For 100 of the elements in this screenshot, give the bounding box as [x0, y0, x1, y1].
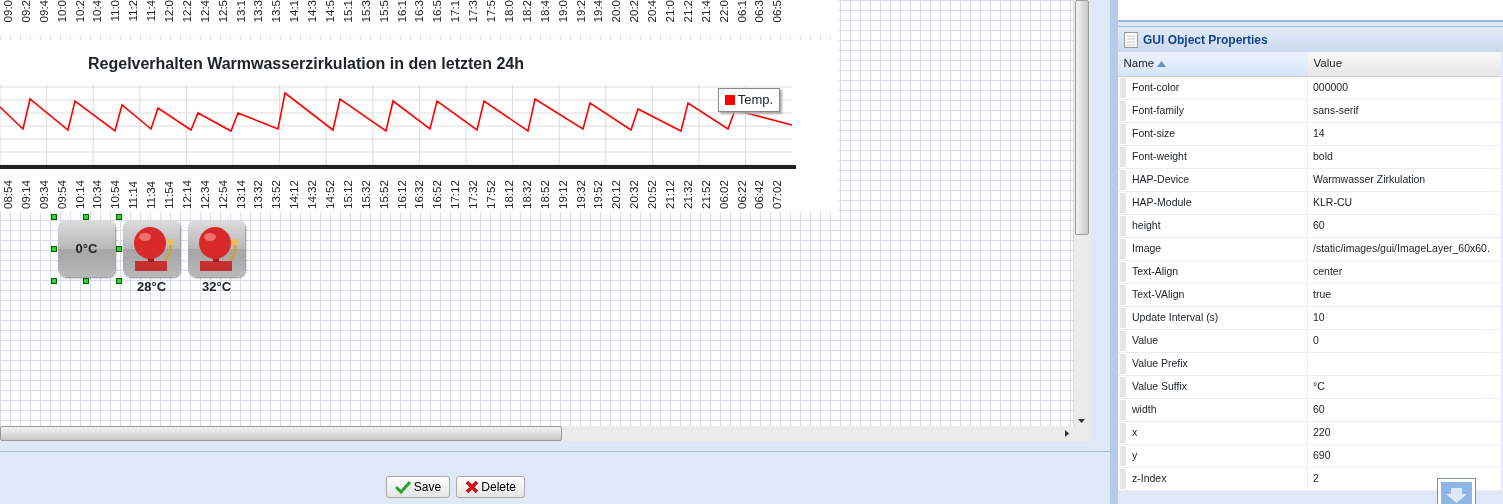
delete-button[interactable]: Delete	[455, 476, 526, 498]
horizontal-scrollbar[interactable]	[0, 426, 1090, 441]
property-value[interactable]: 60	[1313, 218, 1325, 234]
row-handle[interactable]	[1120, 170, 1126, 190]
property-name: Update Interval (s)	[1132, 310, 1219, 326]
selection-handle[interactable]	[83, 214, 89, 220]
axis-label: 18:0	[501, 0, 516, 23]
property-value[interactable]: 10	[1313, 310, 1325, 326]
property-name: Value Suffix	[1132, 379, 1188, 395]
row-handle[interactable]	[1120, 377, 1126, 397]
value-display-tile[interactable]: 0°C	[58, 220, 115, 277]
selection-handle[interactable]	[116, 214, 122, 220]
axis-label: 15:32	[358, 179, 373, 209]
axis-label: 20:52	[645, 179, 660, 209]
axis-label: 16:52	[430, 179, 445, 209]
panel-title: GUI Object Properties	[1143, 31, 1268, 49]
row-handle[interactable]	[1120, 239, 1126, 259]
selection-handle[interactable]	[51, 214, 57, 220]
axis-label: 06:5	[770, 0, 785, 23]
property-value[interactable]: sans-serif	[1313, 103, 1359, 119]
property-value[interactable]: °C	[1313, 379, 1325, 395]
axis-label: 20:12	[609, 179, 624, 209]
row-handle[interactable]	[1120, 400, 1126, 420]
scrollbar-thumb[interactable]	[1075, 0, 1089, 235]
alarm-bell-tile[interactable]	[123, 220, 180, 277]
row-handle[interactable]	[1120, 446, 1126, 466]
row-handle[interactable]	[1120, 469, 1126, 489]
row-handle[interactable]	[1120, 193, 1126, 213]
property-value[interactable]: bold	[1313, 149, 1333, 165]
row-handle[interactable]	[1120, 216, 1126, 236]
property-name: Image	[1132, 241, 1162, 257]
row-handle[interactable]	[1120, 423, 1126, 443]
document-icon	[1123, 31, 1138, 48]
property-value[interactable]: 2	[1313, 471, 1319, 487]
property-value[interactable]: Warmwasser Zirkulation	[1313, 172, 1426, 188]
axis-label: 09:34	[36, 179, 51, 209]
vertical-scrollbar[interactable]	[1073, 0, 1090, 426]
axis-label: 15:5	[376, 0, 391, 23]
axis-label: 11:0	[108, 0, 123, 22]
axis-label: 12:14	[179, 179, 194, 209]
axis-label: 14:1	[287, 0, 302, 23]
property-name: width	[1132, 402, 1157, 418]
axis-label: 16:12	[394, 179, 409, 209]
row-handle[interactable]	[1120, 78, 1126, 98]
axis-label: 10:34	[90, 179, 105, 209]
selection-handle[interactable]	[51, 278, 57, 284]
property-value[interactable]: 0	[1313, 333, 1319, 349]
selection-handle[interactable]	[116, 278, 122, 284]
scroll-down-button[interactable]	[1437, 478, 1476, 504]
axis-label: 13:5	[269, 0, 284, 23]
property-name: HAP-Module	[1132, 195, 1192, 211]
axis-label: 06:02	[716, 179, 731, 209]
row-handle[interactable]	[1120, 308, 1126, 328]
property-name: Value	[1132, 333, 1159, 349]
axis-label: 09:0	[1, 0, 15, 23]
axis-label: 09:4	[36, 0, 51, 23]
property-name: Value Prefix	[1132, 356, 1188, 372]
axis-label: 15:1	[340, 0, 355, 23]
property-name: HAP-Device	[1132, 172, 1190, 188]
property-value[interactable]: 60	[1313, 402, 1325, 418]
axis-label: 11:4	[144, 0, 159, 22]
axis-label: 09:2	[18, 0, 33, 23]
row-handle[interactable]	[1120, 101, 1126, 121]
selection-handle[interactable]	[51, 246, 57, 252]
property-value[interactable]: 000000	[1313, 80, 1349, 96]
axis-label: 07:02	[770, 179, 785, 209]
selection-handle[interactable]	[116, 246, 122, 252]
row-handle[interactable]	[1120, 285, 1126, 305]
axis-label: 09:54	[54, 179, 69, 209]
row-handle[interactable]	[1120, 354, 1126, 374]
selection-handle[interactable]	[83, 278, 89, 284]
axis-label: 15:12	[340, 179, 355, 209]
scrollbar-thumb[interactable]	[0, 426, 562, 441]
row-handle[interactable]	[1120, 124, 1126, 144]
axis-label: 06:3	[752, 0, 767, 23]
row-handle[interactable]	[1120, 147, 1126, 167]
axis-label: 16:5	[430, 0, 445, 23]
axis-label: 06:1	[734, 0, 749, 23]
axis-label: 13:32	[251, 179, 266, 209]
axis-label: 12:0	[162, 0, 176, 23]
property-value[interactable]: 14	[1313, 126, 1325, 142]
axis-label: 21:52	[698, 179, 713, 209]
property-value[interactable]: true	[1313, 287, 1332, 303]
axis-label: 19:4	[591, 0, 606, 23]
property-value[interactable]: 690	[1313, 448, 1331, 464]
property-value[interactable]: center	[1313, 264, 1343, 280]
property-value[interactable]: /static/images/gui/ImageLayer_60x60.	[1313, 241, 1490, 257]
column-header[interactable]: Name	[1118, 52, 1308, 76]
alarm-bell-tile[interactable]	[188, 220, 245, 277]
axis-label: 11:34	[144, 180, 159, 209]
axis-label: 11:14	[126, 180, 141, 209]
axis-label: 13:3	[251, 0, 266, 23]
property-value[interactable]: 220	[1313, 425, 1331, 441]
axis-label: 10:4	[90, 0, 105, 23]
property-value[interactable]: KLR-CU	[1313, 195, 1353, 211]
save-button[interactable]: Save	[386, 476, 451, 498]
property-name: Text-Align	[1132, 264, 1179, 280]
row-handle[interactable]	[1120, 262, 1126, 282]
axis-label: 20:0	[609, 0, 624, 23]
row-handle[interactable]	[1120, 331, 1126, 351]
